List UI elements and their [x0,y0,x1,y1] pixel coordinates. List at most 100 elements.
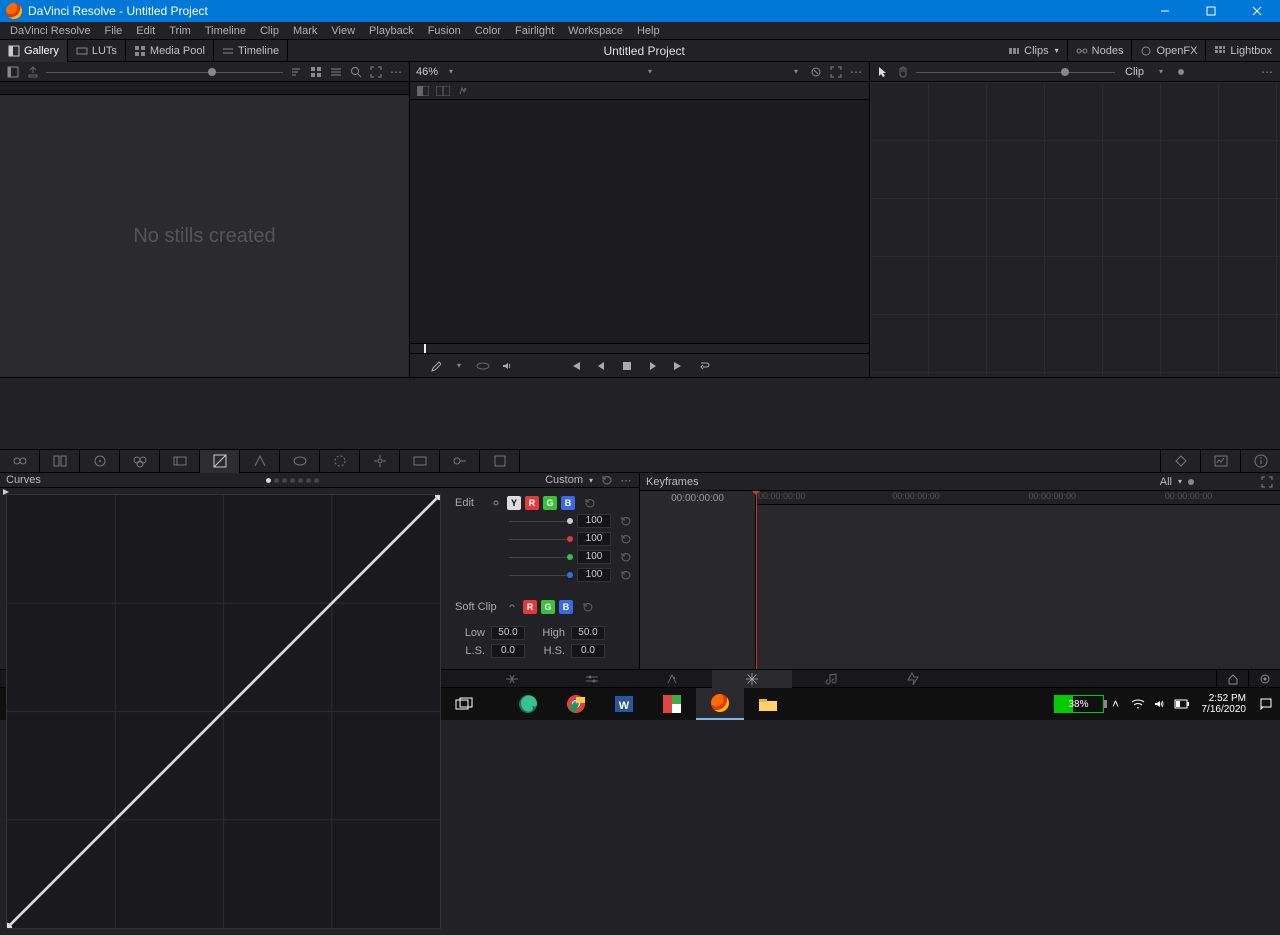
image-wipe-icon[interactable] [416,84,430,98]
chrome-app-icon[interactable] [552,688,600,720]
channel-b-button[interactable]: B [561,496,575,510]
high-value[interactable]: 50.0 [571,626,605,640]
color-warper-icon[interactable] [240,450,280,473]
home-button[interactable] [1216,670,1248,688]
softclip-b-button[interactable]: B [559,600,573,614]
channel-r-button[interactable]: R [525,496,539,510]
reset-icon[interactable] [619,515,631,527]
edge-app-icon[interactable] [504,688,552,720]
keyframe-timeline[interactable]: 00:00:00:00 00:00:00:00 00:00:00:00 00:0… [756,491,1280,669]
timeline-toggle[interactable]: Timeline [214,40,288,62]
qualifier-icon[interactable] [280,450,320,473]
link-icon[interactable] [489,496,503,510]
expand-icon[interactable] [1260,475,1274,489]
sizing-icon[interactable] [480,450,520,473]
more-icon[interactable]: ⋯ [1260,65,1274,79]
volume-icon[interactable] [1150,688,1170,720]
reset-icon[interactable] [619,569,631,581]
deliver-page[interactable] [872,670,952,688]
node-mode[interactable]: Clip [1125,66,1144,78]
chevron-down-icon[interactable]: ▾ [444,65,458,79]
y-intensity-slider[interactable] [509,521,573,522]
chevron-down-icon[interactable]: ▾ [643,65,657,79]
fusion-page[interactable] [632,670,712,688]
app4-icon[interactable] [648,688,696,720]
thumbnail-size-slider[interactable] [46,68,283,76]
menu-davinci[interactable]: DaVinci Resolve [4,25,97,37]
fairlight-page[interactable] [792,670,872,688]
low-value[interactable]: 50.0 [491,626,525,640]
curves-mode[interactable]: Custom [545,474,583,486]
keyframes-scope[interactable]: All [1160,476,1172,488]
channel-y-button[interactable]: Y [507,496,521,510]
g-intensity-slider[interactable] [509,557,573,558]
menu-workspace[interactable]: Workspace [562,25,629,37]
highlight-icon[interactable] [456,84,470,98]
playhead[interactable] [756,491,757,669]
unmix-icon[interactable] [476,359,490,373]
expand-viewer-icon[interactable] [829,65,843,79]
tray-expand-icon[interactable]: ˄ [1106,688,1126,720]
viewer-canvas[interactable] [410,100,869,343]
notifications-icon[interactable] [1256,688,1276,720]
word-app-icon[interactable]: W [600,688,648,720]
node-editor[interactable] [870,82,1280,377]
reset-icon[interactable] [581,601,593,613]
channel-g-button[interactable]: G [543,496,557,510]
menu-trim[interactable]: Trim [163,25,197,37]
sort-icon[interactable] [289,65,303,79]
viewer-scrubber[interactable] [410,343,869,353]
more-icon[interactable]: ⋯ [619,473,633,487]
motion-effects-icon[interactable] [160,450,200,473]
reset-icon[interactable] [583,497,595,509]
ls-value[interactable]: 0.0 [491,644,525,658]
zoom-value[interactable]: 46% [416,66,438,78]
chevron-down-icon[interactable]: ▾ [1178,477,1182,486]
color-match-icon[interactable] [40,450,80,473]
keyframe-toggle-icon[interactable] [1160,450,1200,473]
y-intensity-value[interactable]: 100 [577,514,611,528]
last-frame-button[interactable] [672,359,686,373]
reset-icon[interactable] [599,473,613,487]
minimize-button[interactable] [1142,0,1188,22]
project-settings-button[interactable] [1248,670,1280,688]
softclip-g-button[interactable]: G [541,600,555,614]
resolve-app-icon[interactable] [696,688,744,720]
sidebar-toggle-icon[interactable] [6,65,20,79]
curves-graph[interactable] [0,488,447,935]
list-view-icon[interactable] [329,65,343,79]
openfx-toggle[interactable]: OpenFX [1132,40,1206,62]
hand-icon[interactable] [896,65,910,79]
bypass-icon[interactable] [809,65,823,79]
task-view-icon[interactable] [440,688,488,720]
first-frame-button[interactable] [568,359,582,373]
grid-view-icon[interactable] [309,65,323,79]
r-intensity-value[interactable]: 100 [577,532,611,546]
more-icon[interactable]: ⋯ [849,65,863,79]
explorer-app-icon[interactable] [744,688,792,720]
b-intensity-value[interactable]: 100 [577,568,611,582]
menu-fusion[interactable]: Fusion [422,25,467,37]
chevron-down-icon[interactable]: ▾ [589,476,593,485]
color-wheels-icon[interactable] [80,450,120,473]
link-icon[interactable] [505,600,519,614]
stop-button[interactable] [620,359,634,373]
color-page[interactable] [712,670,792,688]
mediapool-toggle[interactable]: Media Pool [126,40,214,62]
camera-raw-icon[interactable] [0,450,40,473]
edit-page[interactable] [552,670,632,688]
chevron-down-icon[interactable]: ▾ [789,65,803,79]
node-zoom-slider[interactable] [916,68,1115,76]
loop-button[interactable] [698,359,712,373]
menu-clip[interactable]: Clip [254,25,285,37]
battery-icon[interactable] [1172,688,1192,720]
curves-icon[interactable] [200,450,240,473]
menu-playback[interactable]: Playback [363,25,420,37]
close-button[interactable] [1234,0,1280,22]
reset-icon[interactable] [619,551,631,563]
tracker-icon[interactable] [360,450,400,473]
window-icon[interactable] [320,450,360,473]
split-screen-icon[interactable] [436,84,450,98]
pointer-icon[interactable] [876,65,890,79]
menu-help[interactable]: Help [631,25,666,37]
